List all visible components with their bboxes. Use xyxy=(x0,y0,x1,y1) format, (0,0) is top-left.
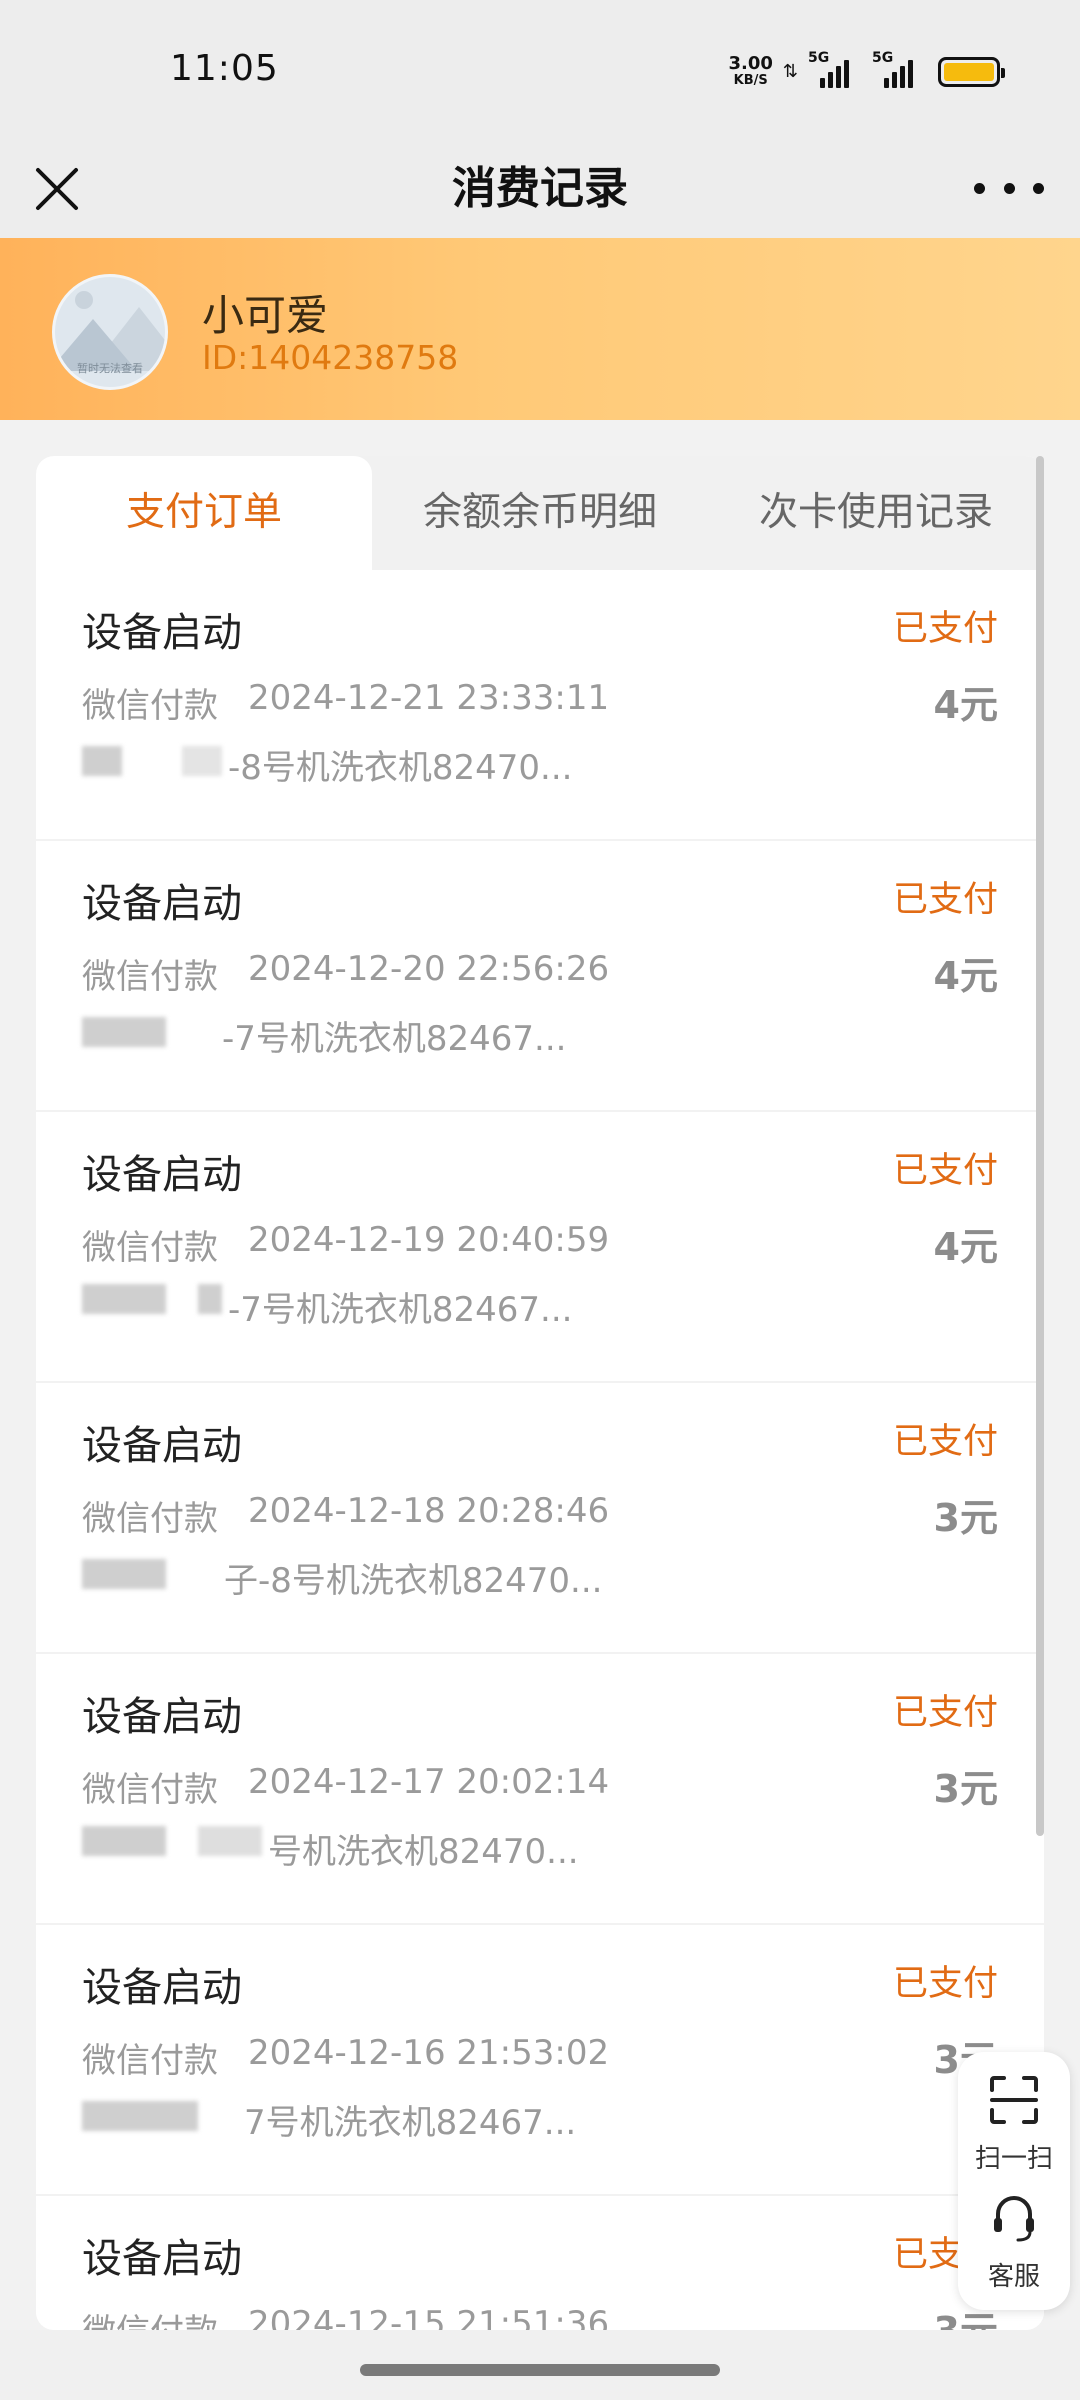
profile-header: 暂时无法查看 小可爱 ID:1404238758 xyxy=(0,238,1080,420)
record-status: 已支付 xyxy=(892,1151,998,1191)
record-device-text: 号机洗衣机82470... xyxy=(268,1832,579,1872)
list-item[interactable]: 设备启动 已支付 微信付款 2024-12-20 22:56:26 4元 -7号… xyxy=(36,841,1044,1112)
record-title: 设备启动 xyxy=(82,610,242,656)
network-speed-unit: KB/S xyxy=(733,73,768,88)
record-list: 设备启动 已支付 微信付款 2024-12-21 23:33:11 4元 -8号… xyxy=(36,570,1044,2330)
signal-tag: 5G xyxy=(872,50,894,66)
record-device: -7号机洗衣机82467... xyxy=(82,1011,902,1059)
list-item[interactable]: 设备启动 已支付 微信付款 2024-12-18 20:28:46 3元 子-8… xyxy=(36,1383,1044,1654)
status-icons: 3.00 KB/S ⇅ 5G 5G xyxy=(728,50,1005,92)
record-title: 设备启动 xyxy=(82,2236,242,2282)
record-title: 设备启动 xyxy=(82,1152,242,1198)
page-title: 消费记录 xyxy=(452,163,628,214)
network-speed: 3.00 KB/S xyxy=(728,55,772,89)
record-device-text: 子-8号机洗衣机82470... xyxy=(224,1561,603,1601)
battery-icon xyxy=(938,57,1005,87)
record-time: 2024-12-15 21:51:36 xyxy=(248,2304,610,2330)
record-device-text: 7号机洗衣机82467... xyxy=(244,2103,577,2143)
tab-payment-orders[interactable]: 支付订单 xyxy=(36,456,372,570)
record-status: 已支付 xyxy=(892,1693,998,1733)
record-amount: 3元 xyxy=(933,1496,998,1540)
status-time: 11:05 xyxy=(170,48,279,89)
profile-name: 小可爱 xyxy=(202,291,329,340)
record-amount: 3元 xyxy=(933,1767,998,1811)
tab-balance-details[interactable]: 余额余币明细 xyxy=(372,456,708,570)
record-title: 设备启动 xyxy=(82,1423,242,1469)
record-status: 已支付 xyxy=(892,609,998,649)
record-method: 微信付款 xyxy=(82,2041,218,2081)
avatar: 暂时无法查看 xyxy=(52,274,168,390)
record-device: 7号机洗衣机82467... xyxy=(82,2095,902,2143)
record-method: 微信付款 xyxy=(82,1499,218,1539)
floating-actions: 扫一扫 客服 xyxy=(958,2052,1070,2310)
record-time: 2024-12-18 20:28:46 xyxy=(248,1491,610,1531)
record-method: 微信付款 xyxy=(82,957,218,997)
record-method: 微信付款 xyxy=(82,1770,218,1810)
data-transfer-icon: ⇅ xyxy=(782,61,798,82)
battery-fill xyxy=(944,63,994,81)
home-indicator[interactable] xyxy=(360,2364,720,2376)
record-device-text: -7号机洗衣机82467... xyxy=(222,1019,567,1059)
record-amount: 4元 xyxy=(933,683,998,727)
record-device-text: -8号机洗衣机82470... xyxy=(228,748,573,788)
record-device: 子-8号机洗衣机82470... xyxy=(82,1553,902,1601)
more-icon[interactable] xyxy=(974,168,1044,208)
record-status: 已支付 xyxy=(892,1964,998,2004)
customer-service-button[interactable]: 客服 xyxy=(958,2190,1070,2293)
record-status: 已支付 xyxy=(892,1422,998,1462)
profile-id: ID:1404238758 xyxy=(202,338,459,377)
list-item[interactable]: 设备启动 已支付 微信付款 2024-12-19 20:40:59 4元 -7号… xyxy=(36,1112,1044,1383)
record-title: 设备启动 xyxy=(82,1965,242,2011)
signal-tag: 5G xyxy=(808,50,830,66)
list-item[interactable]: 设备启动 已支付 微信付款 2024-12-16 21:53:02 3元 7号机… xyxy=(36,1925,1044,2196)
record-device-text: -7号机洗衣机82467... xyxy=(228,1290,573,1330)
tab-card-usage[interactable]: 次卡使用记录 xyxy=(708,456,1044,570)
record-device: -7号机洗衣机82467... xyxy=(82,1282,902,1330)
record-device: -8号机洗衣机82470... xyxy=(82,740,902,788)
record-time: 2024-12-20 22:56:26 xyxy=(248,949,610,989)
record-time: 2024-12-19 20:40:59 xyxy=(248,1220,610,1260)
scan-label: 扫一扫 xyxy=(974,2144,1053,2174)
nav-bar: 消费记录 xyxy=(0,140,1080,238)
record-amount: 4元 xyxy=(933,1225,998,1269)
headset-icon xyxy=(994,2196,1034,2242)
records-card: 支付订单 余额余币明细 次卡使用记录 设备启动 已支付 微信付款 2024-12… xyxy=(36,456,1044,2330)
record-time: 2024-12-16 21:53:02 xyxy=(248,2033,610,2073)
signal-icon: 5G xyxy=(808,50,854,88)
list-item[interactable]: 设备启动 已支付 微信付款 2024-12-17 20:02:14 3元 号机洗… xyxy=(36,1654,1044,1925)
record-title: 设备启动 xyxy=(82,881,242,927)
signal-icon: 5G xyxy=(872,50,922,88)
scan-icon xyxy=(990,2076,1038,2124)
record-status: 已支付 xyxy=(892,880,998,920)
service-label: 客服 xyxy=(987,2262,1040,2292)
record-title: 设备启动 xyxy=(82,1694,242,1740)
scrollbar[interactable] xyxy=(1036,456,1044,1836)
network-speed-value: 3.00 xyxy=(728,53,773,74)
record-time: 2024-12-17 20:02:14 xyxy=(248,1762,610,1802)
list-item[interactable]: 设备启动 已支付 微信付款 2024-12-15 21:51:36 3元 xyxy=(36,2196,1044,2330)
record-time: 2024-12-21 23:33:11 xyxy=(248,678,610,718)
record-method: 微信付款 xyxy=(82,686,218,726)
record-method: 微信付款 xyxy=(82,2304,218,2330)
avatar-placeholder-text: 暂时无法查看 xyxy=(77,362,143,375)
tab-bar: 支付订单 余额余币明细 次卡使用记录 xyxy=(36,456,1044,570)
list-item[interactable]: 设备启动 已支付 微信付款 2024-12-21 23:33:11 4元 -8号… xyxy=(36,570,1044,841)
status-bar: 11:05 3.00 KB/S ⇅ 5G 5G xyxy=(0,0,1080,140)
record-amount: 4元 xyxy=(933,954,998,998)
record-method: 微信付款 xyxy=(82,1228,218,1268)
scan-button[interactable]: 扫一扫 xyxy=(958,2072,1070,2175)
record-device: 号机洗衣机82470... xyxy=(82,1824,902,1872)
